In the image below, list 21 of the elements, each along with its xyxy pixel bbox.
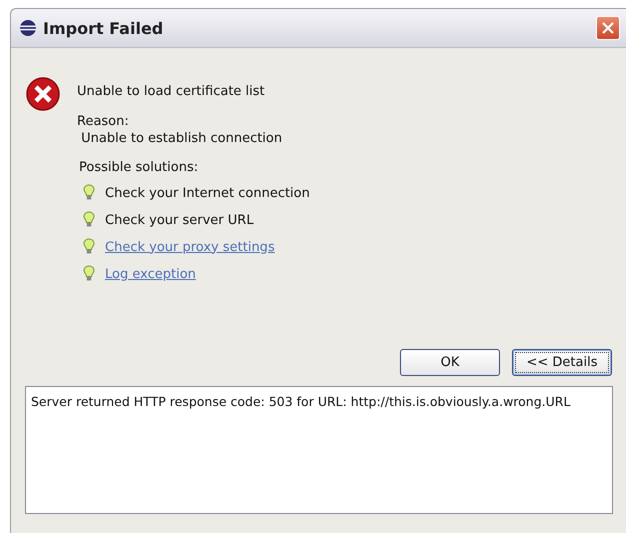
lightbulb-icon: [83, 238, 95, 256]
solution-link[interactable]: Log exception: [105, 266, 196, 282]
error-message: Unable to load certificate list: [77, 84, 266, 99]
dialog-button[interactable]: OK: [400, 349, 500, 376]
lightbulb-icon: [83, 184, 95, 202]
details-text-area[interactable]: Server returned HTTP response code: 503 for URL: http://this.is.obviously.a.wrong.URL: [25, 386, 613, 514]
details-text: Server returned HTTP response code: 503 for URL: http://this.is.obviously.a.wrong.URL: [31, 394, 570, 409]
solution-text: Check your Internet connection: [105, 186, 310, 200]
app-icon: [19, 19, 37, 37]
window-title: Import Failed: [43, 18, 164, 38]
lightbulb-icon: [83, 265, 95, 283]
close-button[interactable]: [596, 16, 620, 40]
reason-text: Unable to establish connection: [80, 131, 284, 146]
solution-text: Check your server URL: [105, 212, 254, 228]
lightbulb-icon: [83, 211, 95, 229]
solutions-label: Possible solutions:: [79, 160, 200, 175]
dialog-button[interactable]: << Details: [512, 349, 612, 376]
error-icon: [25, 76, 61, 112]
reason-label: Reason:: [77, 114, 130, 129]
close-icon: [601, 21, 615, 35]
solution-link[interactable]: Check your proxy settings: [105, 240, 275, 254]
